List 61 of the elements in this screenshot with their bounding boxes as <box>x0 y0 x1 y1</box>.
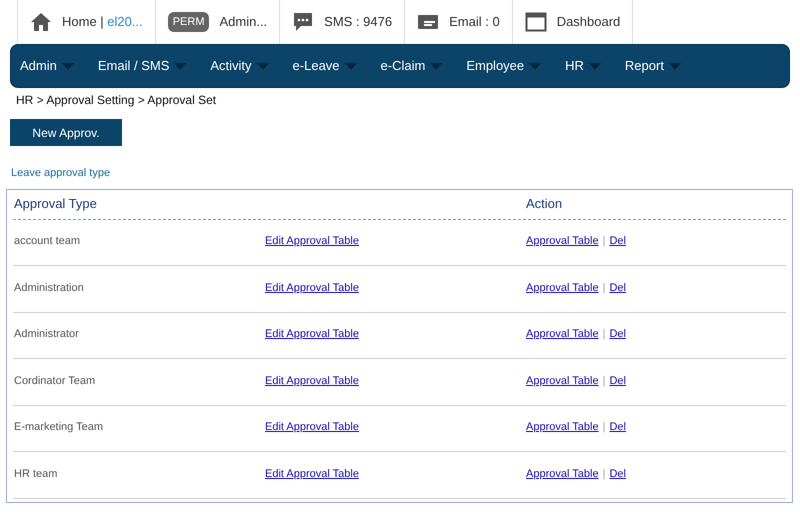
approval-table-link[interactable]: Approval Table <box>526 233 599 250</box>
separator: | <box>602 467 606 482</box>
caret-icon <box>588 62 601 70</box>
separator: | <box>602 327 606 342</box>
nav-menu-item[interactable]: Report <box>624 56 705 76</box>
caret-icon <box>62 62 74 70</box>
table-cell-text: HR team <box>13 467 58 482</box>
separator: | <box>602 280 606 296</box>
table-cell-text: Administrator <box>13 327 80 342</box>
table-cell-text: Cordinator Team <box>13 374 96 389</box>
table-cell-text: account team <box>13 234 82 250</box>
nav-menu-item[interactable]: Email / SMS <box>98 56 210 76</box>
section-link[interactable]: Leave approval type <box>11 165 110 182</box>
caret-icon <box>430 62 442 70</box>
caret-icon <box>256 62 269 70</box>
top-bar-label: SMS : 9476 <box>324 13 392 32</box>
edit-approval-link[interactable]: Edit Approval Table <box>265 421 359 434</box>
separator: | <box>602 420 606 436</box>
edit-approval-link[interactable]: Edit Approval Table <box>265 328 359 340</box>
approval-table-link[interactable]: Approval Table <box>526 419 599 436</box>
nav-menu-item[interactable]: Admin <box>20 56 98 76</box>
delete-link[interactable]: Del <box>609 372 626 390</box>
edit-approval-link[interactable]: Edit Approval Table <box>265 235 359 248</box>
nav-menu-item[interactable]: e-Leave <box>292 56 381 76</box>
top-bar-label: Email : 0 <box>449 13 500 32</box>
nav-menu-item[interactable]: Employee <box>466 56 566 76</box>
caret-icon <box>668 62 681 70</box>
delete-link[interactable]: Del <box>609 419 626 436</box>
approval-table-link[interactable]: Approval Table <box>526 372 599 390</box>
top-bar-label: Home | el20... <box>62 13 143 32</box>
caret-icon <box>174 62 186 70</box>
caret-icon <box>344 62 357 70</box>
approval-table-link[interactable]: Approval Table <box>526 326 599 343</box>
nav-menu-item[interactable]: HR <box>565 56 625 76</box>
new-approval-button[interactable]: New Approv. <box>10 119 122 146</box>
edit-approval-link[interactable]: Edit Approval Table <box>265 374 359 387</box>
approval-table-link[interactable]: Approval Table <box>526 466 599 483</box>
caret-icon <box>529 62 542 70</box>
home-icon <box>30 12 52 32</box>
window-icon <box>524 12 547 32</box>
delete-link[interactable]: Del <box>609 466 626 483</box>
card-icon <box>417 13 440 31</box>
column-header: Action <box>526 195 562 214</box>
perm-badge: PERM <box>168 12 210 32</box>
nav-menu-item[interactable]: Activity <box>210 56 293 76</box>
separator: | <box>602 234 606 250</box>
breadcrumb: HR > Approval Setting > Approval Set <box>16 92 216 109</box>
top-bar-label: Dashboard <box>556 13 620 32</box>
table-cell-text: E-marketing Team <box>13 420 104 436</box>
chat-icon <box>292 11 314 33</box>
separator: | <box>602 374 606 389</box>
delete-link[interactable]: Del <box>609 326 626 343</box>
delete-link[interactable]: Del <box>609 280 626 296</box>
edit-approval-link[interactable]: Edit Approval Table <box>265 468 359 480</box>
approval-table-link[interactable]: Approval Table <box>526 280 599 296</box>
nav-menu-item[interactable]: e-Claim <box>380 56 466 76</box>
top-bar-label: Admin... <box>219 13 268 32</box>
table-cell-text: Administration <box>13 280 85 296</box>
delete-link[interactable]: Del <box>609 233 626 250</box>
edit-approval-link[interactable]: Edit Approval Table <box>265 282 359 294</box>
column-header: Approval Type <box>13 195 98 214</box>
